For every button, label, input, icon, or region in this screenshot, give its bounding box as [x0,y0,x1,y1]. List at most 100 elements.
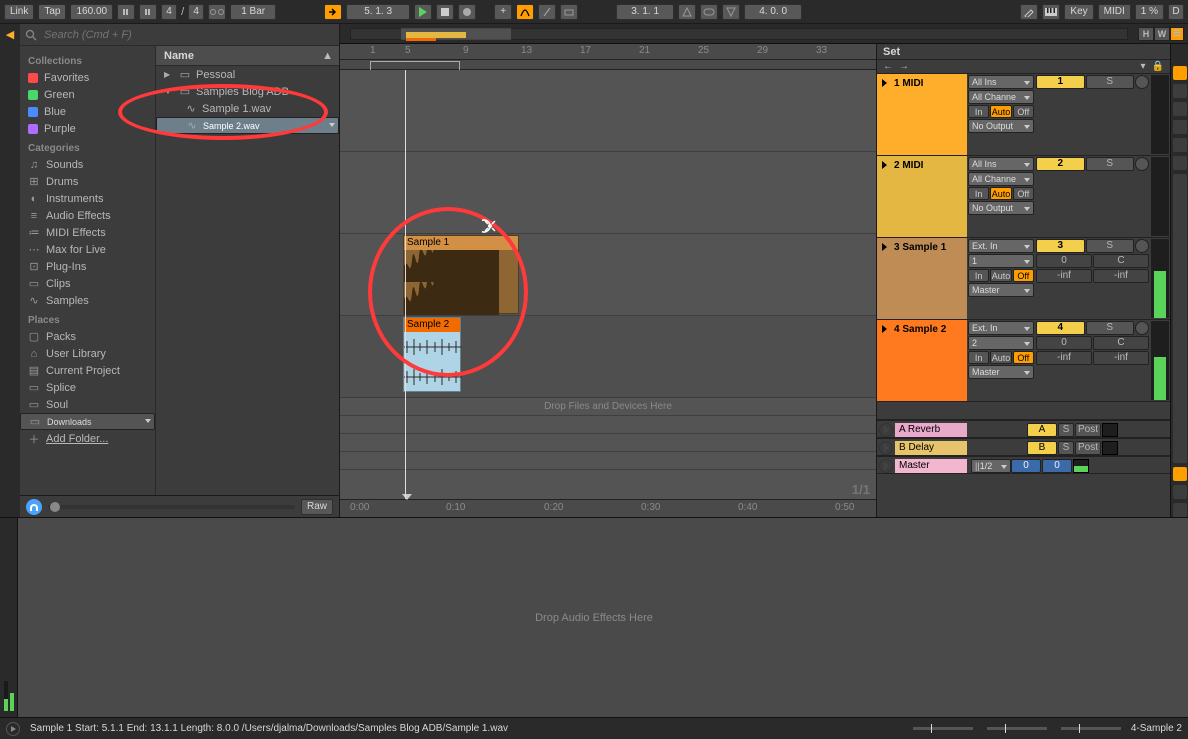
track-header-4[interactable]: 4 Sample 2 [877,320,967,401]
return-lane-b[interactable] [340,434,876,452]
monitor-off[interactable]: Off [1013,105,1034,118]
overview-w-button[interactable]: W [1154,27,1170,41]
expand-icon[interactable]: ▼ [164,87,174,96]
track-lane-2[interactable] [340,152,876,234]
headphones-icon[interactable] [26,499,42,515]
input-channel-select[interactable]: All Channe [968,90,1034,104]
track-header-2[interactable]: 2 MIDI [877,156,967,237]
cat-midi-effects[interactable]: ≔MIDI Effects [20,224,155,241]
track-lane-3[interactable]: Sample 1 [340,234,876,316]
cue-out-select[interactable]: || 1/2 [971,459,1011,473]
crossfade-toggle-icon[interactable] [1173,156,1187,170]
file-row-sample2[interactable]: ∿ Sample 2.wav [156,117,339,134]
monitor-off[interactable]: Off [1013,269,1034,282]
place-add-folder[interactable]: ＋Add Folder... [20,430,155,447]
collection-green[interactable]: Green [20,86,155,103]
send-a-value[interactable]: -inf [1036,351,1092,365]
quantize-menu[interactable]: 1 Bar [230,4,276,20]
loop-brace-region[interactable] [340,60,876,70]
file-list-header[interactable]: Name ▲ [156,46,339,66]
follow-button[interactable] [324,4,342,20]
play-icon[interactable] [879,441,893,455]
key-map-button[interactable]: Key [1064,4,1093,20]
pan-value[interactable]: C [1093,254,1149,268]
mini-slider-1[interactable] [913,727,973,730]
cat-audio-effects[interactable]: ≡Audio Effects [20,207,155,224]
cat-samples[interactable]: ∿Samples [20,292,155,309]
track-activator[interactable]: 4 [1036,321,1085,335]
arm-button[interactable] [1135,321,1149,335]
place-user-library[interactable]: ⌂User Library [20,345,155,362]
keyboard-icon[interactable] [1042,4,1060,20]
device-toggle-icon[interactable] [1173,503,1187,517]
cat-instruments[interactable]: ◐Instruments [20,190,155,207]
monitor-in[interactable]: In [968,105,989,118]
output-select[interactable]: Master [968,365,1034,379]
track-lane-4[interactable]: Sample 2 [340,316,876,398]
expand-icon[interactable]: ▶ [164,70,174,79]
input-type-select[interactable]: All Ins [968,75,1034,89]
fold-icon[interactable] [882,243,890,251]
input-channel-select[interactable]: 1 [968,254,1034,268]
stop-button[interactable] [436,4,454,20]
punch-position[interactable]: 4. 0. 0 [744,4,802,20]
return-activator[interactable]: A [1027,423,1057,437]
monitor-auto[interactable]: Auto [990,187,1011,200]
capture-button[interactable] [560,4,578,20]
cat-sounds[interactable]: ♫Sounds [20,156,155,173]
output-select[interactable]: Master [968,283,1034,297]
track-activator[interactable]: 2 [1036,157,1085,171]
monitor-in[interactable]: In [968,351,989,364]
bar-ruler[interactable]: 1 5 9 13 17 21 25 29 33 [340,44,876,60]
solo-button[interactable]: S [1086,239,1135,253]
monitor-auto[interactable]: Auto [990,269,1011,282]
track-activator[interactable]: 3 [1036,239,1085,253]
cat-clips[interactable]: ▭Clips [20,275,155,292]
place-soul[interactable]: ▭Soul [20,396,155,413]
mini-slider-3[interactable] [1061,727,1121,730]
metronome-icon[interactable] [208,4,226,20]
monitor-auto[interactable]: Auto [990,351,1011,364]
link-button[interactable]: Link [4,4,34,20]
output-select[interactable]: No Output [968,119,1034,133]
output-select[interactable]: No Output [968,201,1034,215]
overview-toggle-icon[interactable] [1173,467,1187,481]
input-channel-select[interactable]: All Channe [968,172,1034,186]
delay-toggle-icon[interactable] [1173,138,1187,152]
sig-denominator[interactable]: 4 [188,4,204,20]
returns-toggle-icon[interactable] [1173,102,1187,116]
raw-button[interactable]: Raw [301,499,333,515]
monitor-in[interactable]: In [968,269,989,282]
monitor-off[interactable]: Off [1013,187,1034,200]
io-toggle-icon[interactable] [1173,66,1187,80]
punch-out-icon[interactable] [722,4,740,20]
nudge-down-icon[interactable] [117,4,135,20]
fwd-icon[interactable]: → [899,61,909,72]
place-packs[interactable]: ▢Packs [20,328,155,345]
device-view[interactable]: Drop Audio Effects Here [0,517,1188,717]
tempo-field[interactable]: 160.00 [70,4,113,20]
collection-favorites[interactable]: Favorites [20,69,155,86]
sends-toggle-icon[interactable] [1173,84,1187,98]
reautomation-button[interactable] [538,4,556,20]
place-splice[interactable]: ▭Splice [20,379,155,396]
clip-sample1[interactable]: Sample 1 [403,235,519,314]
loop-position[interactable]: 3. 1. 1 [616,4,674,20]
clip-sample2[interactable]: Sample 2 [403,317,461,392]
play-icon[interactable] [879,423,893,437]
volume-value[interactable]: 0 [1036,254,1092,268]
punch-in-icon[interactable] [678,4,696,20]
send-b-value[interactable]: -inf [1093,269,1149,283]
lock-icon[interactable]: 🔒 [1152,61,1164,72]
return-lane-a[interactable] [340,416,876,434]
collection-purple[interactable]: Purple [20,120,155,137]
return-solo[interactable]: S [1058,441,1074,455]
record-button[interactable] [458,4,476,20]
monitor-auto[interactable]: Auto [990,105,1011,118]
overview-bar[interactable]: H W ☰ [340,24,1188,44]
marker-icon[interactable]: ▾ [1141,61,1146,72]
monitor-in[interactable]: In [968,187,989,200]
collection-blue[interactable]: Blue [20,103,155,120]
file-row-samples-blog[interactable]: ▼ ▭ Samples Blog ADB [156,83,339,100]
track-lane-area[interactable]: Sample 1 Sample 2 [340,70,876,499]
